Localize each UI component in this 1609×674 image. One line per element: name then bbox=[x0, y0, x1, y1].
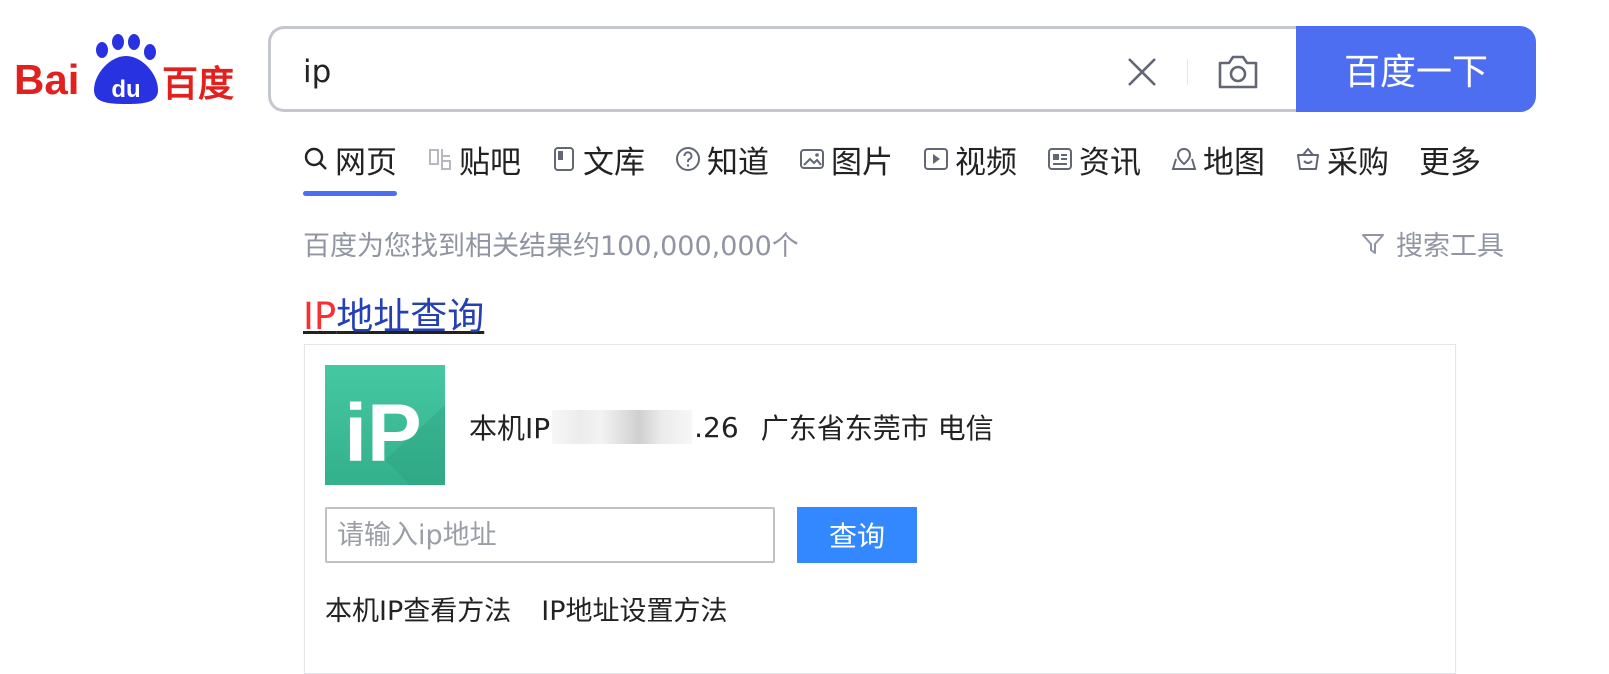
news-icon bbox=[1048, 148, 1072, 170]
search-tools-button[interactable]: 搜索工具 bbox=[1360, 224, 1504, 263]
search-input[interactable] bbox=[301, 51, 1105, 93]
baidu-logo[interactable]: Bai du 百度 bbox=[14, 30, 236, 106]
ip-address-input[interactable] bbox=[325, 507, 775, 563]
video-icon bbox=[924, 148, 948, 170]
tab-tieba[interactable]: 贴吧 bbox=[427, 136, 521, 182]
tab-wenku[interactable]: 文库 bbox=[551, 136, 645, 182]
ip-logo-text: iP bbox=[344, 388, 421, 479]
camera-icon[interactable] bbox=[1215, 49, 1261, 95]
title-highlight: IP bbox=[303, 295, 337, 338]
result-count: 百度为您找到相关结果约100,000,000个 bbox=[303, 231, 799, 262]
search-bar: 百度一下 bbox=[268, 26, 1536, 112]
doc-icon bbox=[554, 147, 574, 171]
tab-label: 地图 bbox=[1203, 144, 1265, 181]
query-button[interactable]: 查询 bbox=[797, 507, 917, 563]
tab-label: 资讯 bbox=[1079, 144, 1141, 181]
tab-news[interactable]: 资讯 bbox=[1047, 136, 1141, 182]
shopping-icon bbox=[1297, 147, 1319, 170]
ip-logo-icon: iP bbox=[325, 365, 445, 485]
map-icon bbox=[1171, 147, 1197, 170]
tieba-icon bbox=[429, 149, 451, 170]
divider bbox=[1187, 59, 1188, 85]
search-tools-label: 搜索工具 bbox=[1396, 231, 1504, 262]
search-icon bbox=[304, 147, 327, 170]
help-links: 本机IP查看方法 IP地址设置方法 bbox=[325, 589, 758, 628]
tab-label: 贴吧 bbox=[459, 144, 521, 181]
search-tabs: 网页 贴吧 文库 知道 图片 视频 资讯 地图 采购 更多 bbox=[303, 136, 1481, 196]
tab-more[interactable]: 更多 bbox=[1419, 136, 1481, 182]
ip-prefix: 本机IP bbox=[469, 412, 551, 445]
tab-label: 采购 bbox=[1327, 144, 1389, 181]
tab-label: 图片 bbox=[831, 144, 893, 181]
link-ip-settings-method[interactable]: IP地址设置方法 bbox=[541, 589, 727, 628]
ip-info: 本机IP .26 广东省东莞市 电信 bbox=[469, 407, 994, 447]
logo-text-cn: 百度 bbox=[162, 64, 234, 105]
ip-location: 广东省东莞市 电信 bbox=[760, 412, 994, 445]
clear-icon[interactable] bbox=[1125, 55, 1159, 89]
tab-shopping[interactable]: 采购 bbox=[1295, 136, 1389, 182]
tab-label: 文库 bbox=[583, 144, 645, 181]
question-icon bbox=[676, 147, 700, 171]
search-button[interactable]: 百度一下 bbox=[1296, 26, 1536, 112]
logo-text-du: du bbox=[111, 76, 140, 103]
tab-images[interactable]: 图片 bbox=[799, 136, 893, 182]
tab-label: 视频 bbox=[955, 144, 1017, 181]
title-rest: 地址查询 bbox=[336, 295, 485, 338]
tab-map[interactable]: 地图 bbox=[1171, 136, 1265, 182]
ip-suffix: .26 bbox=[694, 410, 739, 444]
tab-video[interactable]: 视频 bbox=[923, 136, 1017, 182]
tab-label: 网页 bbox=[335, 144, 397, 181]
ip-redacted bbox=[552, 410, 693, 444]
tab-label: 更多 bbox=[1419, 144, 1481, 181]
result-title-link[interactable]: IP地址查询 bbox=[303, 286, 484, 340]
ip-query-card: iP 本机IP .26 广东省东莞市 电信 查询 本机IP查看方法 IP地址设置… bbox=[304, 344, 1456, 674]
image-icon bbox=[800, 149, 824, 169]
filter-icon bbox=[1362, 233, 1384, 254]
tab-web[interactable]: 网页 bbox=[303, 136, 397, 196]
logo-text-bai: Bai bbox=[14, 56, 79, 103]
tab-zhidao[interactable]: 知道 bbox=[675, 136, 769, 182]
link-local-ip-method[interactable]: 本机IP查看方法 bbox=[325, 589, 511, 628]
tab-label: 知道 bbox=[707, 144, 769, 181]
search-box bbox=[268, 26, 1308, 112]
